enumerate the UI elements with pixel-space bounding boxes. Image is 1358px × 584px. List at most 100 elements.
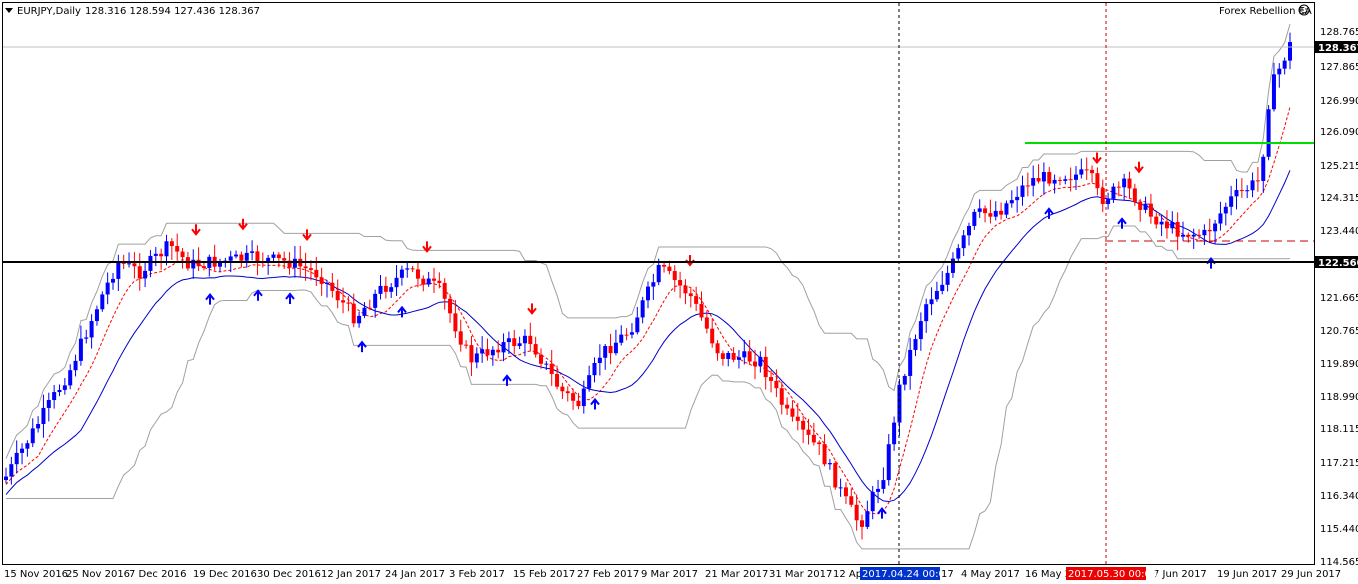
candle-body — [731, 353, 736, 360]
candle-body — [1084, 169, 1089, 171]
candle-body — [73, 360, 78, 371]
candle-body — [464, 344, 469, 346]
candle-body — [613, 342, 618, 354]
candle-body — [1068, 179, 1073, 181]
candle-body — [672, 271, 677, 281]
candle-body — [1036, 178, 1041, 182]
candle-body — [132, 263, 137, 267]
candle-body — [1229, 196, 1234, 207]
candle-body — [683, 285, 688, 294]
price-chart[interactable]: 128.765 127.865 126.990 126.090 125.215 … — [0, 0, 1358, 584]
candle-body — [373, 293, 378, 308]
candle-body — [111, 278, 115, 283]
candle-body — [860, 520, 864, 527]
candle-body — [533, 344, 538, 355]
time-tick: 4 May 2017 — [961, 569, 1020, 580]
candle-body — [608, 346, 613, 354]
candle-body — [14, 452, 19, 465]
candle-body — [945, 272, 950, 285]
candle-body — [597, 357, 602, 363]
candle-body — [710, 328, 715, 344]
price-tick: 124.315 — [1320, 193, 1358, 204]
candle-body — [180, 251, 185, 258]
candle-body — [89, 321, 94, 338]
channel-lower-line — [6, 225, 1291, 550]
price-tick: 116.340 — [1320, 491, 1358, 502]
price-tick: 126.090 — [1320, 127, 1358, 138]
time-tick: 9 Mar 2017 — [641, 569, 698, 580]
candle-body — [726, 353, 731, 359]
candle-body — [399, 269, 404, 278]
candle-body — [57, 389, 62, 393]
candle-body — [790, 408, 795, 417]
price-tick: 121.665 — [1320, 293, 1358, 304]
candle-body — [1288, 42, 1292, 61]
candle-body — [314, 269, 319, 278]
candle-body — [881, 480, 886, 489]
candle-body — [581, 388, 586, 407]
time-tick: 29 Jun 2017 — [1281, 569, 1341, 580]
candle-body — [282, 258, 287, 261]
candle-body — [341, 300, 346, 303]
candle-body — [469, 345, 474, 363]
candle-body — [276, 254, 281, 259]
candle-body — [758, 356, 763, 366]
candle-body — [619, 334, 624, 343]
sell-arrow-icon — [1134, 161, 1144, 174]
candle-body — [1186, 234, 1191, 237]
candle-body — [1213, 223, 1218, 232]
time-tick: 21 Mar 2017 — [705, 569, 768, 580]
candle-body — [646, 286, 650, 301]
candle-body — [549, 363, 554, 375]
candle-body — [1116, 186, 1121, 188]
candle-body — [357, 315, 362, 324]
candle-body — [319, 277, 324, 284]
candle-body — [592, 362, 597, 376]
candle-body — [795, 416, 800, 421]
candle-body — [1143, 203, 1148, 210]
time-tick: 7 Dec 2016 — [129, 569, 187, 580]
candle-body — [528, 335, 533, 345]
price-tick: 123.440 — [1320, 226, 1358, 237]
buy-arrow-icon — [590, 397, 600, 410]
candle-body — [362, 307, 367, 316]
ea-name: Forex Rebellion EA — [1219, 6, 1312, 17]
chart-header: EURJPY,Daily 128.316 128.594 127.436 128… — [5, 4, 1312, 17]
candle-body — [512, 338, 517, 347]
candle-body — [458, 331, 463, 345]
candle-body — [993, 210, 998, 217]
candle-body — [84, 337, 89, 339]
candle-body — [1020, 185, 1025, 197]
candle-body — [127, 263, 132, 265]
candle-body — [1239, 190, 1244, 192]
marked-level-value: 122.560 — [1318, 258, 1358, 269]
candle-body — [827, 463, 832, 465]
candle-body — [769, 377, 774, 381]
candle-body — [485, 349, 490, 356]
candle-body — [100, 294, 105, 310]
candle-body — [46, 400, 51, 408]
price-axis: 128.765 127.865 126.990 126.090 125.215 … — [1320, 27, 1358, 568]
candle-body — [496, 349, 501, 353]
current-price-box: 128.367 — [1315, 41, 1358, 54]
candle-body — [977, 208, 982, 212]
candle-body — [967, 225, 971, 236]
candle-body — [1154, 216, 1159, 225]
candle-body — [1170, 222, 1175, 229]
dropdown-triangle-icon[interactable] — [5, 8, 13, 13]
candle-body — [886, 444, 891, 481]
candle-body — [1106, 198, 1111, 204]
candle-body — [394, 277, 399, 288]
time-tick: 24 Jan 2017 — [385, 569, 445, 580]
time-tick: 15 Feb 2017 — [513, 569, 575, 580]
ohlc-values: 128.316 128.594 127.436 128.367 — [85, 6, 260, 17]
candle-body — [36, 424, 41, 429]
candle-body — [1207, 229, 1212, 232]
candle-body — [1138, 202, 1143, 210]
time-highlight-1: 2017.04.24 00:00 17 — [860, 567, 954, 580]
candle-body — [303, 266, 308, 269]
candle-body — [271, 254, 276, 258]
time-tick: 12 Ap — [833, 569, 862, 580]
candle-body — [1181, 234, 1185, 237]
candle-body — [228, 256, 233, 261]
